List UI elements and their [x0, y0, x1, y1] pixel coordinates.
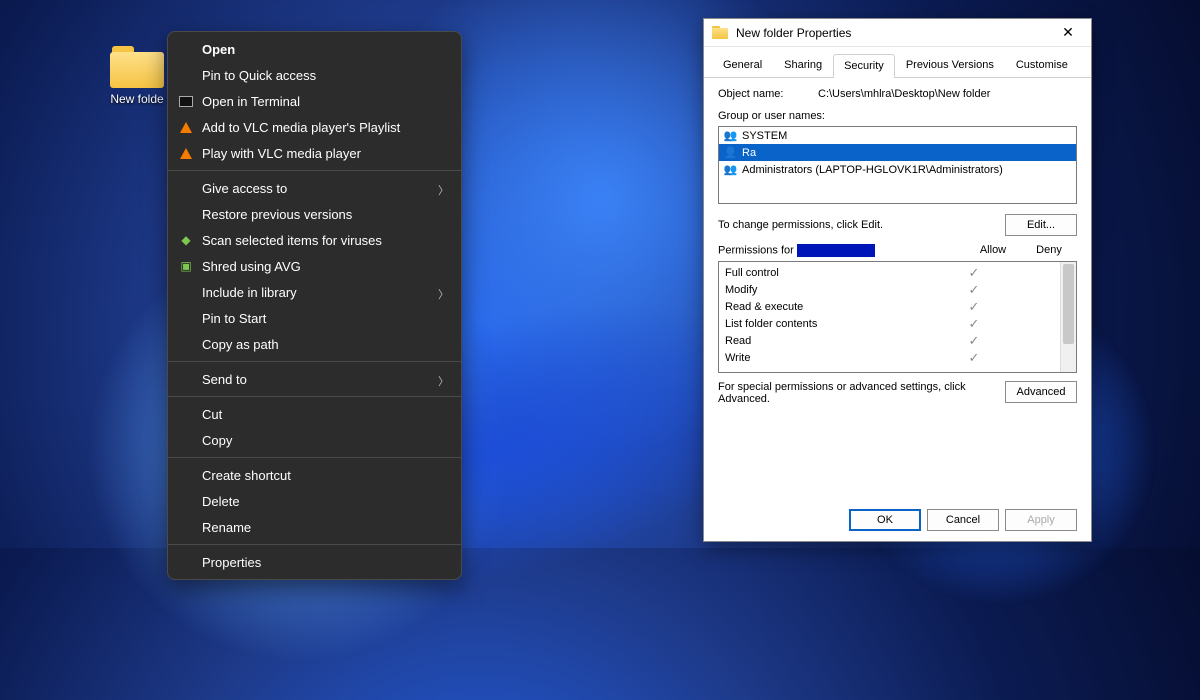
users-icon: 👥 — [723, 162, 738, 177]
folder-icon — [712, 26, 728, 39]
ctx-scan-viruses[interactable]: ◆Scan selected items for viruses — [168, 227, 461, 253]
ctx-delete[interactable]: Delete — [168, 488, 461, 514]
user-list[interactable]: 👥SYSTEM 👤Ra 👥Administrators (LAPTOP-HGLO… — [718, 126, 1077, 204]
perm-row[interactable]: Read & execute✓ — [725, 298, 1058, 315]
perm-row[interactable]: Read✓ — [725, 332, 1058, 349]
deny-header: Deny — [1021, 244, 1077, 257]
ctx-cut[interactable]: Cut — [168, 401, 461, 427]
ctx-copy[interactable]: Copy — [168, 427, 461, 453]
tab-general[interactable]: General — [712, 53, 773, 77]
ctx-give-access-to[interactable]: Give access to〉 — [168, 175, 461, 201]
desktop-folder[interactable]: New folde — [102, 46, 172, 106]
perm-row[interactable]: Modify✓ — [725, 281, 1058, 298]
group-user-names-label: Group or user names: — [718, 110, 1077, 122]
user-row-selected[interactable]: 👤Ra — [719, 144, 1076, 161]
object-name-value: C:\Users\mhlra\Desktop\New folder — [818, 88, 990, 100]
scrollbar-thumb[interactable] — [1063, 264, 1074, 344]
desktop-folder-label: New folde — [102, 92, 172, 106]
ok-button[interactable]: OK — [849, 509, 921, 531]
avg-icon: ▣ — [178, 258, 194, 274]
check-icon: ✓ — [946, 299, 1002, 315]
ctx-play-vlc[interactable]: Play with VLC media player — [168, 140, 461, 166]
chevron-right-icon: 〉 — [438, 373, 449, 389]
vlc-icon — [178, 119, 194, 135]
users-icon: 👥 — [723, 128, 738, 143]
separator — [168, 170, 461, 171]
permissions-list[interactable]: Full control✓ Modify✓ Read & execute✓ Li… — [718, 261, 1077, 373]
allow-header: Allow — [965, 244, 1021, 257]
ctx-properties[interactable]: Properties — [168, 549, 461, 575]
advanced-text: For special permissions or advanced sett… — [718, 381, 1005, 405]
ctx-open[interactable]: Open — [168, 36, 461, 62]
separator — [168, 544, 461, 545]
check-icon: ✓ — [946, 350, 1002, 366]
perm-row[interactable]: Write✓ — [725, 349, 1058, 366]
tab-sharing[interactable]: Sharing — [773, 53, 833, 77]
apply-button[interactable]: Apply — [1005, 509, 1077, 531]
ctx-send-to[interactable]: Send to〉 — [168, 366, 461, 392]
tab-security[interactable]: Security — [833, 54, 895, 78]
folder-icon — [110, 46, 164, 88]
close-button[interactable]: ✕ — [1053, 24, 1083, 41]
object-name-label: Object name: — [718, 88, 818, 100]
separator — [168, 457, 461, 458]
redacted-username — [797, 244, 875, 257]
tab-customise[interactable]: Customise — [1005, 53, 1079, 77]
vlc-icon — [178, 145, 194, 161]
ctx-pin-quick-access[interactable]: Pin to Quick access — [168, 62, 461, 88]
ctx-include-library[interactable]: Include in library〉 — [168, 279, 461, 305]
ctx-shred-avg[interactable]: ▣Shred using AVG — [168, 253, 461, 279]
tab-bar: General Sharing Security Previous Versio… — [704, 47, 1091, 78]
user-row-administrators[interactable]: 👥Administrators (LAPTOP-HGLOVK1R\Adminis… — [719, 161, 1076, 178]
ctx-copy-as-path[interactable]: Copy as path — [168, 331, 461, 357]
titlebar[interactable]: New folder Properties ✕ — [704, 19, 1091, 47]
advanced-button[interactable]: Advanced — [1005, 381, 1077, 403]
ctx-open-terminal[interactable]: Open in Terminal — [168, 88, 461, 114]
check-icon: ✓ — [946, 282, 1002, 298]
check-icon: ✓ — [946, 316, 1002, 332]
chevron-right-icon: 〉 — [438, 182, 449, 198]
perm-row[interactable]: List folder contents✓ — [725, 315, 1058, 332]
ctx-add-vlc-playlist[interactable]: Add to VLC media player's Playlist — [168, 114, 461, 140]
permissions-for-label: Permissions for — [718, 244, 965, 257]
separator — [168, 396, 461, 397]
tab-previous-versions[interactable]: Previous Versions — [895, 53, 1005, 77]
dialog-title: New folder Properties — [736, 26, 1053, 40]
edit-button[interactable]: Edit... — [1005, 214, 1077, 236]
context-menu: Open Pin to Quick access Open in Termina… — [167, 31, 462, 580]
cancel-button[interactable]: Cancel — [927, 509, 999, 531]
check-icon: ✓ — [946, 265, 1002, 281]
ctx-rename[interactable]: Rename — [168, 514, 461, 540]
check-icon: ✓ — [946, 333, 1002, 349]
user-row-system[interactable]: 👥SYSTEM — [719, 127, 1076, 144]
ctx-restore-previous[interactable]: Restore previous versions — [168, 201, 461, 227]
separator — [168, 361, 461, 362]
chevron-right-icon: 〉 — [438, 286, 449, 302]
user-icon: 👤 — [723, 145, 738, 160]
shield-icon: ◆ — [178, 232, 194, 248]
change-permissions-text: To change permissions, click Edit. — [718, 219, 1005, 231]
properties-dialog: New folder Properties ✕ General Sharing … — [703, 18, 1092, 542]
ctx-create-shortcut[interactable]: Create shortcut — [168, 462, 461, 488]
ctx-pin-start[interactable]: Pin to Start — [168, 305, 461, 331]
perm-row[interactable]: Full control✓ — [725, 264, 1058, 281]
scrollbar[interactable] — [1060, 262, 1076, 372]
terminal-icon — [178, 93, 194, 109]
